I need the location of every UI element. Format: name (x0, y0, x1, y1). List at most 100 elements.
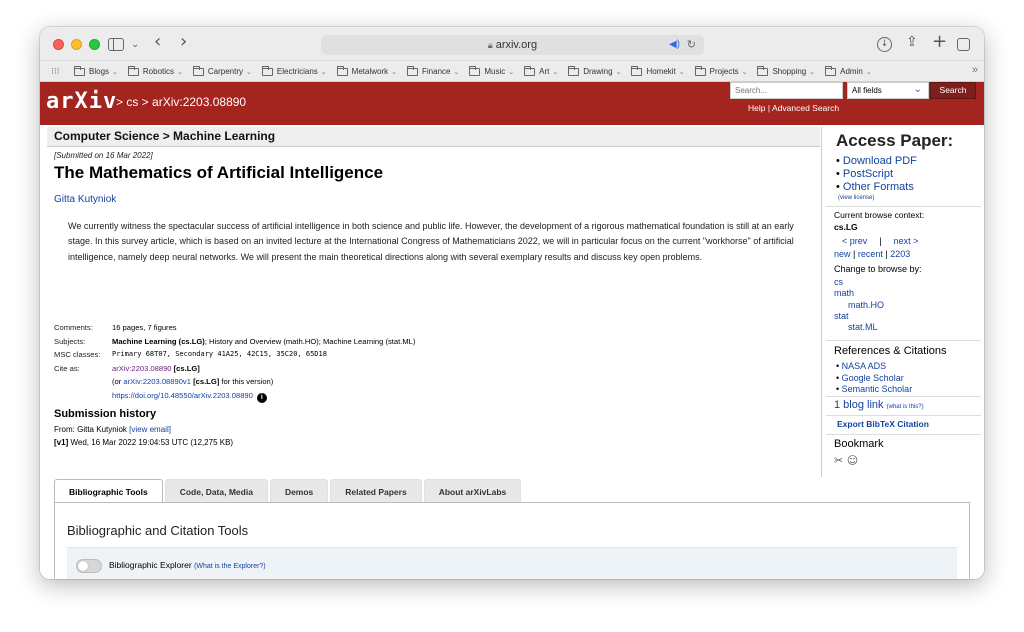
audio-playing-icon[interactable]: ◀︎) (669, 35, 680, 55)
bookmark-label: Admin (840, 67, 863, 76)
folder-icon (631, 65, 643, 76)
subjects-value: Machine Learning (cs.LG); History and Ov… (112, 335, 415, 349)
bookmark-folder-carpentry[interactable]: Carpentry ⌄ (192, 65, 252, 76)
postscript-link[interactable]: PostScript (836, 168, 917, 181)
bookmark-folder-projects[interactable]: Projects ⌄ (694, 65, 747, 76)
browse-cs-link[interactable]: cs (834, 277, 884, 288)
forward-arrow-icon[interactable]: › (180, 33, 187, 51)
bookmark-folder-finance[interactable]: Finance ⌄ (407, 65, 459, 76)
search-button[interactable]: Search (930, 82, 976, 99)
browse-math-ho-link[interactable]: math.HO (834, 300, 884, 311)
advanced-search-link[interactable]: Advanced Search (772, 103, 839, 113)
nasa-ads-link[interactable]: NASA ADS (836, 361, 912, 373)
info-icon[interactable]: i (256, 392, 267, 403)
bookmark-label: Finance (422, 67, 451, 76)
search-field-select[interactable]: All fields ⌄ (847, 82, 929, 99)
v1-text: Wed, 16 Mar 2022 19:04:53 UTC (12,275 KB… (70, 438, 234, 447)
back-arrow-icon[interactable]: ‹ (154, 33, 161, 51)
tab-related-papers[interactable]: Related Papers (330, 479, 422, 503)
blog-link-text[interactable]: 1 blog link (834, 399, 884, 411)
cite-version-link[interactable]: arXiv:2203.08890v1 (123, 377, 191, 386)
new-link[interactable]: new (834, 249, 851, 259)
doi-link[interactable]: https://doi.org/10.48550/arXiv.2203.0889… (112, 391, 253, 400)
cite-version-category: [cs.LG] (193, 377, 220, 386)
view-license-link[interactable]: (view license) (838, 195, 874, 201)
explorer-toggle[interactable] (76, 559, 102, 573)
submission-history-title: Submission history (54, 408, 157, 420)
browse-listings: new | recent | 2203 (834, 249, 910, 259)
other-formats-link[interactable]: Other Formats (836, 181, 917, 194)
recent-link[interactable]: recent (858, 249, 883, 259)
folder-icon (568, 65, 580, 76)
address-bar[interactable]: 🔒︎ arxiv.org ◀︎) ↻ (321, 35, 704, 55)
cite-category: [cs.LG] (173, 363, 200, 373)
tab-demos[interactable]: Demos (269, 479, 329, 503)
bookmarks-bar: ⁝⁝⁝ Blogs ⌄ Robotics ⌄ Carpentry ⌄ Electrician… (40, 61, 984, 82)
msc-value: Primary 68T07, Secondary 41A25, 42C15, 3… (112, 350, 327, 358)
chevron-down-icon[interactable]: ⌄ (131, 36, 139, 54)
tab-overview-icon[interactable] (957, 38, 970, 51)
chevron-down-icon: ⌄ (391, 68, 397, 76)
author-link[interactable]: Gitta Kutyniok (54, 194, 116, 205)
minimize-window-button[interactable] (71, 39, 82, 50)
folder-icon (469, 65, 481, 76)
what-is-explorer-link[interactable]: (What is the Explorer?) (194, 563, 266, 570)
bookmark-folder-art[interactable]: Art ⌄ (524, 65, 558, 76)
close-window-button[interactable] (53, 39, 64, 50)
zoom-window-button[interactable] (89, 39, 100, 50)
more-bookmarks-icon[interactable]: » (972, 64, 978, 76)
divider (826, 340, 981, 341)
reload-icon[interactable]: ↻ (687, 35, 696, 55)
bibsonomy-icon[interactable]: ✂︎ (834, 454, 843, 467)
bookmark-folder-music[interactable]: Music ⌄ (469, 65, 514, 76)
v1-label[interactable]: [v1] (54, 438, 68, 447)
from-text: From: Gitta Kutyniok (54, 425, 127, 434)
bookmark-label: Music (484, 67, 506, 76)
folder-icon (524, 65, 536, 76)
cite-id-link[interactable]: arXiv:2203.08890 (112, 364, 172, 373)
browse-stat-ml-link[interactable]: stat.ML (834, 322, 884, 333)
bookmark-folder-robotics[interactable]: Robotics ⌄ (127, 65, 183, 76)
change-browse-title: Change to browse by: (834, 264, 922, 274)
google-scholar-link[interactable]: Google Scholar (836, 373, 912, 385)
share-icon[interactable]: ⇪ (906, 34, 918, 50)
export-bibtex-link[interactable]: Export BibTeX Citation (837, 419, 929, 429)
next-link[interactable]: next > (894, 236, 919, 246)
bookmark-label: Electricians (276, 67, 318, 76)
month-link[interactable]: 2203 (890, 249, 910, 259)
labs-panel: Bibliographic and Citation Tools Bibliog… (54, 502, 970, 579)
bookmark-folder-shopping[interactable]: Shopping ⌄ (757, 65, 815, 76)
change-browse-list: cs math math.HO stat stat.ML (834, 277, 884, 333)
help-links: Help | Advanced Search (748, 103, 839, 113)
reddit-icon[interactable]: ☺︎ (847, 454, 858, 467)
msc-row: MSC classes: Primary 68T07, Secondary 41… (54, 348, 415, 362)
sidebar-toggle-icon[interactable] (108, 38, 124, 51)
what-is-this-link[interactable]: (what is this?) (887, 404, 924, 410)
right-sidebar: Access Paper: Download PDF PostScript Ot… (821, 127, 984, 477)
semantic-scholar-link[interactable]: Semantic Scholar (836, 384, 913, 396)
folder-icon (407, 65, 418, 76)
prev-link[interactable]: < prev (842, 236, 867, 246)
bookmark-folder-electricians[interactable]: Electricians ⌄ (261, 65, 327, 76)
chevron-down-icon: ⌄ (246, 68, 252, 76)
breadcrumb[interactable]: > cs > arXiv:2203.08890 (116, 95, 246, 109)
tab-about-arxivlabs[interactable]: About arXivLabs (423, 479, 522, 503)
bookmark-folder-metalwork[interactable]: Metalwork ⌄ (336, 65, 397, 76)
help-link[interactable]: Help (748, 103, 765, 113)
paper-title: The Mathematics of Artificial Intelligen… (54, 163, 384, 182)
grid-icon[interactable]: ⁝⁝⁝ (51, 66, 60, 77)
search-input[interactable] (730, 82, 843, 99)
view-email-link[interactable]: [view email] (129, 425, 171, 434)
browse-stat-link[interactable]: stat (834, 311, 884, 322)
bookmark-folder-homekit[interactable]: Homekit ⌄ (631, 65, 685, 76)
bookmark-folder-admin[interactable]: Admin ⌄ (825, 65, 872, 76)
tab-code-data-media[interactable]: Code, Data, Media (164, 479, 268, 503)
bookmark-folder-drawing[interactable]: Drawing ⌄ (568, 65, 621, 76)
browse-math-link[interactable]: math (834, 288, 884, 299)
bookmark-folder-blogs[interactable]: Blogs ⌄ (74, 65, 118, 76)
new-tab-icon[interactable]: + (932, 31, 947, 52)
arxiv-logo[interactable]: arXiv (46, 89, 117, 114)
tab-bibliographic-tools[interactable]: Bibliographic Tools (54, 479, 163, 503)
download-pdf-link[interactable]: Download PDF (836, 155, 917, 168)
download-icon[interactable]: ↓ (877, 37, 892, 52)
